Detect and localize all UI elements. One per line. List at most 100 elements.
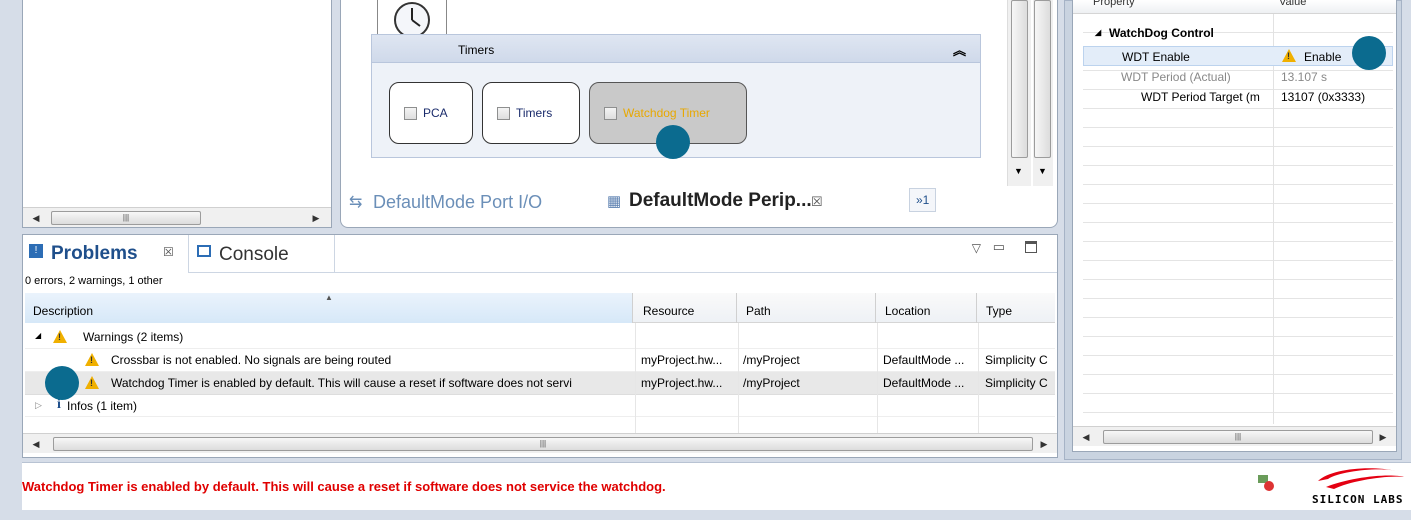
network-error-icon[interactable] <box>1258 475 1274 491</box>
vertical-scrollbar[interactable]: ▼ <box>1007 0 1031 186</box>
status-message: Watchdog Timer is enabled by default. Th… <box>22 479 666 494</box>
properties-header: Property Value <box>1073 0 1396 14</box>
problems-rows: ◢ Warnings (2 items) Crossbar is not ena… <box>25 325 1055 417</box>
value-column-header[interactable]: Value <box>1279 0 1306 8</box>
problems-horizontal-scrollbar[interactable]: ◀ ||| ▶ <box>23 433 1057 453</box>
warning-icon <box>85 353 99 366</box>
maximize-icon[interactable] <box>1025 241 1037 253</box>
console-tab-label: Console <box>219 244 289 265</box>
pca-checkbox[interactable] <box>404 106 417 120</box>
table-row[interactable]: Crossbar is not enabled. No signals are … <box>25 349 1055 372</box>
tab-close-icon[interactable]: ☒ <box>811 194 823 210</box>
port-io-icon: ⇆ <box>349 194 363 211</box>
scroll-thumb[interactable]: ||| <box>53 437 1033 451</box>
properties-grid: ◢ WatchDog Control WDT Enable Enable WDT… <box>1083 14 1393 424</box>
marker-dot <box>45 366 79 400</box>
watchdog-checkbox[interactable] <box>604 106 617 120</box>
property-row-wdt-period-target[interactable]: WDT Period Target (m 13107 (0x3333) <box>1083 88 1393 106</box>
watchdog-label: Watchdog Timer <box>623 106 710 120</box>
property-value: 13.107 s <box>1281 70 1328 84</box>
silicon-labs-logo: SILICON LABS <box>1300 465 1410 509</box>
timers-group-header[interactable]: Timers ︽ <box>372 35 980 63</box>
scroll-right-icon[interactable]: ▶ <box>309 211 323 225</box>
property-name: WDT Period (Actual) <box>1121 70 1231 84</box>
collapse-icon[interactable]: ︽ <box>953 40 966 59</box>
property-name: WDT Period Target (m <box>1141 90 1260 104</box>
infos-group-row[interactable]: ▷ i Infos (1 item) <box>25 395 1055 417</box>
description-header[interactable]: ▲ Description <box>25 293 633 323</box>
table-row[interactable]: Watchdog Timer is enabled by default. Th… <box>25 372 1055 395</box>
problems-summary: 0 errors, 2 warnings, 1 other <box>25 275 163 287</box>
problems-column-lines-4 <box>978 323 979 433</box>
problems-close-icon[interactable]: ☒ <box>163 245 174 259</box>
editor-tabs: ⇆ DefaultMode Port I/O ▦ DefaultMode Per… <box>349 184 959 224</box>
scroll-down-icon[interactable]: ▼ <box>1014 166 1023 176</box>
group-label: WatchDog Control <box>1109 26 1214 40</box>
warning-icon <box>1282 49 1296 62</box>
warnings-group-row[interactable]: ◢ Warnings (2 items) <box>25 325 1055 349</box>
scroll-thumb-vertical-2[interactable] <box>1034 0 1051 158</box>
scroll-thumb[interactable]: ||| <box>51 211 201 225</box>
group-row[interactable]: ◢ WatchDog Control <box>1083 26 1393 44</box>
resource-header[interactable]: Resource <box>635 293 737 323</box>
property-row-wdt-period-actual[interactable]: WDT Period (Actual) 13.107 s <box>1083 68 1393 86</box>
logo-text: SILICON LABS <box>1312 493 1404 506</box>
path-header[interactable]: Path <box>738 293 876 323</box>
project-explorer-panel: ◀ ||| ▶ <box>22 0 332 228</box>
timers-peripheral[interactable]: Timers <box>482 82 580 144</box>
problems-tab-bar: ! Problems ☒ Console ▽ ▭ <box>23 235 1057 273</box>
scroll-left-icon[interactable]: ◀ <box>29 437 43 451</box>
problems-icon: ! <box>29 244 43 258</box>
marker-dot <box>656 125 690 159</box>
property-value[interactable]: Enable <box>1304 50 1341 64</box>
timers-checkbox[interactable] <box>497 106 510 120</box>
problems-column-lines-3 <box>877 323 878 433</box>
location-header[interactable]: Location <box>877 293 977 323</box>
minimize-icon[interactable]: ▭ <box>993 239 1005 255</box>
sort-ascending-icon: ▲ <box>325 293 333 302</box>
problems-panel: ! Problems ☒ Console ▽ ▭ 0 errors, 2 war… <box>22 234 1058 458</box>
properties-horizontal-scrollbar[interactable]: ◀ ||| ▶ <box>1073 426 1396 446</box>
tab-peripherals[interactable]: DefaultMode Perip... <box>629 190 812 212</box>
problems-column-lines <box>635 323 636 433</box>
warnings-group-label: Warnings (2 items) <box>83 330 184 344</box>
properties-panel: Property Value ◢ WatchDog Control WDT En… <box>1072 0 1397 452</box>
problems-column-lines-2 <box>738 323 739 433</box>
scroll-right-icon[interactable]: ▶ <box>1037 437 1051 451</box>
tab-port-io[interactable]: DefaultMode Port I/O <box>373 192 542 213</box>
horizontal-scrollbar[interactable]: ◀ ||| ▶ <box>23 207 331 227</box>
infos-group-label: Infos (1 item) <box>67 399 138 413</box>
expand-icon[interactable]: ▷ <box>35 400 42 411</box>
property-value[interactable]: 13107 (0x3333) <box>1281 90 1365 104</box>
status-bar: Watchdog Timer is enabled by default. Th… <box>22 462 1411 510</box>
property-row-wdt-enable[interactable]: WDT Enable Enable <box>1083 46 1393 66</box>
timers-group-title: Timers <box>458 43 495 57</box>
scroll-down-icon-2[interactable]: ▼ <box>1038 166 1047 176</box>
peripherals-icon: ▦ <box>607 193 622 210</box>
warning-icon <box>85 376 99 389</box>
pca-label: PCA <box>423 106 448 120</box>
problems-tab-label: Problems <box>51 243 138 264</box>
scroll-right-icon[interactable]: ▶ <box>1376 430 1390 444</box>
pca-peripheral[interactable]: PCA <box>389 82 473 144</box>
tab-console[interactable]: Console <box>191 235 335 273</box>
marker-dot <box>1352 36 1386 70</box>
timers-label: Timers <box>516 106 553 120</box>
property-name: WDT Enable <box>1122 50 1190 64</box>
scroll-left-icon[interactable]: ◀ <box>1079 430 1093 444</box>
problems-header-row: ▲ Description Resource Path Location Typ… <box>25 293 1055 323</box>
config-editor-panel: Timers ︽ PCA Timers Watchdog Timer ▼ ▼ ⇆… <box>340 0 1058 228</box>
scroll-left-icon[interactable]: ◀ <box>29 211 43 225</box>
expand-icon[interactable]: ◢ <box>1095 28 1101 37</box>
console-icon <box>197 245 211 257</box>
tab-overflow-icon[interactable]: »1 <box>909 188 937 212</box>
vertical-scrollbar-2[interactable]: ▼ <box>1033 0 1053 186</box>
property-column-header[interactable]: Property <box>1093 0 1135 8</box>
scroll-thumb-vertical[interactable] <box>1011 0 1028 158</box>
tab-problems[interactable]: ! Problems ☒ <box>23 235 189 273</box>
view-menu-icon[interactable]: ▽ <box>972 241 981 255</box>
type-header[interactable]: Type <box>978 293 1058 323</box>
warning-icon <box>53 330 67 343</box>
collapse-icon[interactable]: ◢ <box>35 331 41 340</box>
scroll-thumb[interactable]: ||| <box>1103 430 1373 444</box>
